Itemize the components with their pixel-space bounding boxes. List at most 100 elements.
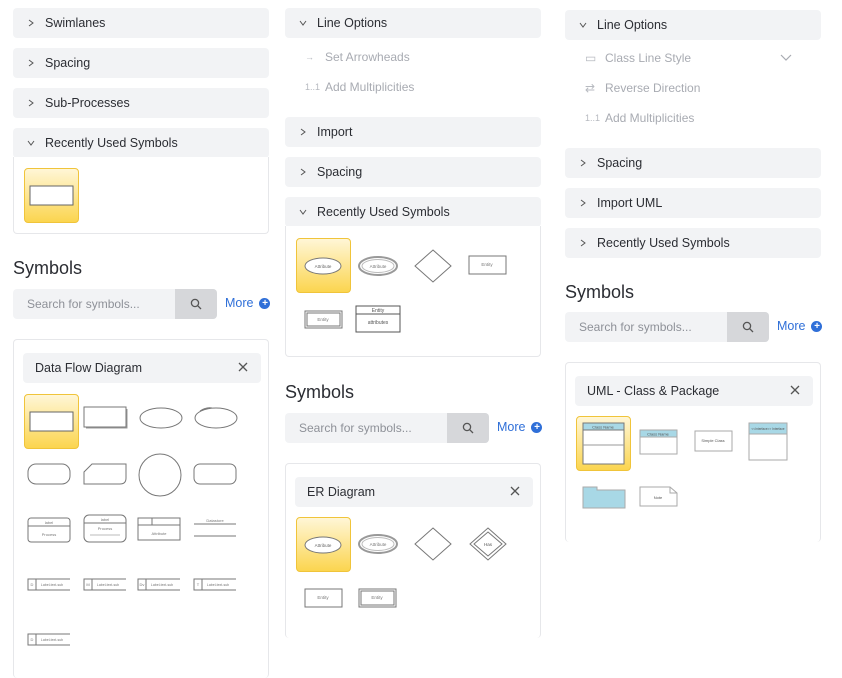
rounded-rect-alt-icon[interactable] (192, 460, 240, 488)
datastore-dv-icon[interactable]: Dv Label-text-sub (136, 576, 184, 594)
datastore-d-icon[interactable]: D Label-text-sub (26, 576, 74, 594)
shape-id-text: D (31, 637, 34, 642)
ellipse-icon[interactable] (137, 405, 185, 431)
process-rect-icon (29, 185, 74, 206)
menu-item-label: Class Line Style (605, 51, 692, 65)
shape-entity-text: Entity (317, 317, 329, 322)
section-spacing[interactable]: Spacing (565, 148, 821, 178)
menu-item-set-arrowheads[interactable]: → Set Arrowheads (305, 50, 410, 64)
uml-package-icon[interactable] (581, 483, 627, 511)
section-recently-used[interactable]: Recently Used Symbols (565, 228, 821, 258)
shape-sub-text: Label-text-sub (41, 638, 63, 642)
multivalued-attribute-icon[interactable]: Attribute (356, 252, 401, 282)
symbol-library-panel: ER Diagram Attribute Attribute Has Entit… (285, 463, 541, 638)
datastore-t-icon[interactable]: T Label-text-sub (192, 576, 240, 594)
more-button[interactable]: More + (777, 319, 823, 333)
uml-note-icon[interactable]: Note (638, 485, 680, 509)
menu-item-class-line-style[interactable]: ▭ Class Line Style (585, 51, 815, 65)
attribute-box-icon[interactable]: Attribute (136, 515, 184, 545)
symbol-search (565, 312, 769, 342)
shape-entity-text: Entity (481, 262, 493, 267)
symbol-attribute-selected[interactable]: Attribute (296, 517, 351, 572)
more-button[interactable]: More + (225, 296, 271, 310)
weak-entity-icon[interactable]: Entity (357, 587, 399, 611)
chevron-down-icon[interactable] (780, 54, 792, 62)
uml-simple-class-icon[interactable]: Simple Class (693, 429, 735, 455)
section-sub-processes[interactable]: Sub-Processes (13, 88, 269, 118)
chevron-right-icon (575, 239, 591, 247)
shape-entity-text: Entity (371, 595, 383, 600)
shape-attribute-text: Attribute (315, 264, 332, 269)
search-input[interactable] (285, 413, 445, 443)
search-button[interactable] (727, 312, 769, 342)
identifying-relationship-icon[interactable]: Has (468, 526, 508, 562)
entity-rect-icon[interactable]: Entity (467, 254, 509, 278)
menu-item-reverse-direction[interactable]: ⇄ Reverse Direction (585, 81, 700, 95)
close-icon[interactable] (789, 384, 801, 396)
symbol-class-selected[interactable]: Class Name (576, 416, 631, 471)
uml-interface-icon[interactable]: <<Interface>> Interface (747, 421, 791, 463)
symbol-search (13, 289, 217, 319)
process-shadow-icon[interactable] (82, 402, 130, 432)
weak-entity-icon[interactable]: Entity (303, 309, 345, 331)
datastore-m-icon[interactable]: M Label-text-sub (82, 576, 130, 594)
rounded-rect-icon[interactable] (26, 460, 74, 488)
section-spacing[interactable]: Spacing (13, 48, 269, 78)
symbol-library-panel: Data Flow Diagram label Process label Proc… (13, 339, 269, 678)
circle-icon[interactable] (136, 452, 184, 498)
section-label: Import (317, 125, 353, 139)
section-line-options[interactable]: Line Options (565, 10, 821, 40)
menu-item-add-multiplicities[interactable]: 1..1 Add Multiplicities (585, 111, 694, 125)
section-line-options[interactable]: Line Options (285, 8, 541, 38)
library-header-er[interactable]: ER Diagram (295, 477, 533, 507)
library-header-uml[interactable]: UML - Class & Package (575, 376, 813, 406)
menu-item-add-multiplicities[interactable]: 1..1 Add Multiplicities (305, 80, 414, 94)
more-label: More (777, 319, 806, 333)
search-input[interactable] (565, 312, 725, 342)
multivalued-attribute-icon[interactable]: Attribute (356, 530, 401, 560)
recent-symbol-attribute[interactable]: Attribute (296, 238, 351, 293)
section-swimlanes[interactable]: Swimlanes (13, 8, 269, 38)
entity-attributes-icon[interactable]: Entity attributes (354, 304, 402, 334)
chevron-down-icon (295, 19, 311, 27)
column-3: Line Options ▭ Class Line Style ⇄ Revers… (565, 0, 823, 678)
section-spacing[interactable]: Spacing (285, 157, 541, 187)
datastore-d2-icon[interactable]: D Label-text-sub (26, 631, 74, 649)
shape-simple-class-text: Simple Class (701, 438, 724, 443)
ellipse-shadow-icon[interactable] (192, 405, 240, 431)
close-icon[interactable] (509, 485, 521, 497)
recent-symbols-panel (13, 157, 269, 234)
shape-id-text: D (31, 582, 34, 587)
entity-rect-icon[interactable]: Entity (303, 587, 345, 611)
more-label: More (497, 420, 526, 434)
relationship-diamond-icon[interactable] (413, 248, 453, 284)
labeled-process-multi-icon[interactable]: label Process (82, 512, 130, 546)
search-input[interactable] (13, 289, 173, 319)
chevron-right-icon (23, 99, 39, 107)
shape-label-text: label (101, 517, 110, 522)
chevron-down-icon (575, 21, 591, 29)
symbol-search (285, 413, 489, 443)
recent-symbol-process[interactable] (24, 168, 79, 223)
search-button[interactable] (175, 289, 217, 319)
section-import[interactable]: Import (285, 117, 541, 147)
datastore-open-icon[interactable]: Datastore (192, 515, 240, 545)
shape-sub-text: Label-text-sub (151, 583, 173, 587)
shape-entity-text: Entity (317, 595, 329, 600)
section-recently-used[interactable]: Recently Used Symbols (13, 128, 269, 158)
close-icon[interactable] (237, 361, 249, 373)
labeled-process-icon[interactable]: label Process (26, 515, 74, 545)
symbols-heading: Symbols (13, 258, 83, 278)
symbol-process-selected[interactable] (24, 394, 79, 449)
uml-class-icon: Class Name (582, 422, 625, 465)
relationship-diamond-icon[interactable] (413, 526, 453, 562)
rounded-rect-cut-icon[interactable] (82, 460, 130, 488)
more-button[interactable]: More + (497, 420, 543, 434)
library-header-data-flow[interactable]: Data Flow Diagram (23, 353, 261, 383)
section-label: Spacing (317, 165, 363, 179)
section-recently-used[interactable]: Recently Used Symbols (285, 197, 541, 227)
chevron-right-icon (23, 59, 39, 67)
search-button[interactable] (447, 413, 489, 443)
section-import-uml[interactable]: Import UML (565, 188, 821, 218)
uml-class-compact-icon[interactable]: Class Name (638, 428, 680, 458)
